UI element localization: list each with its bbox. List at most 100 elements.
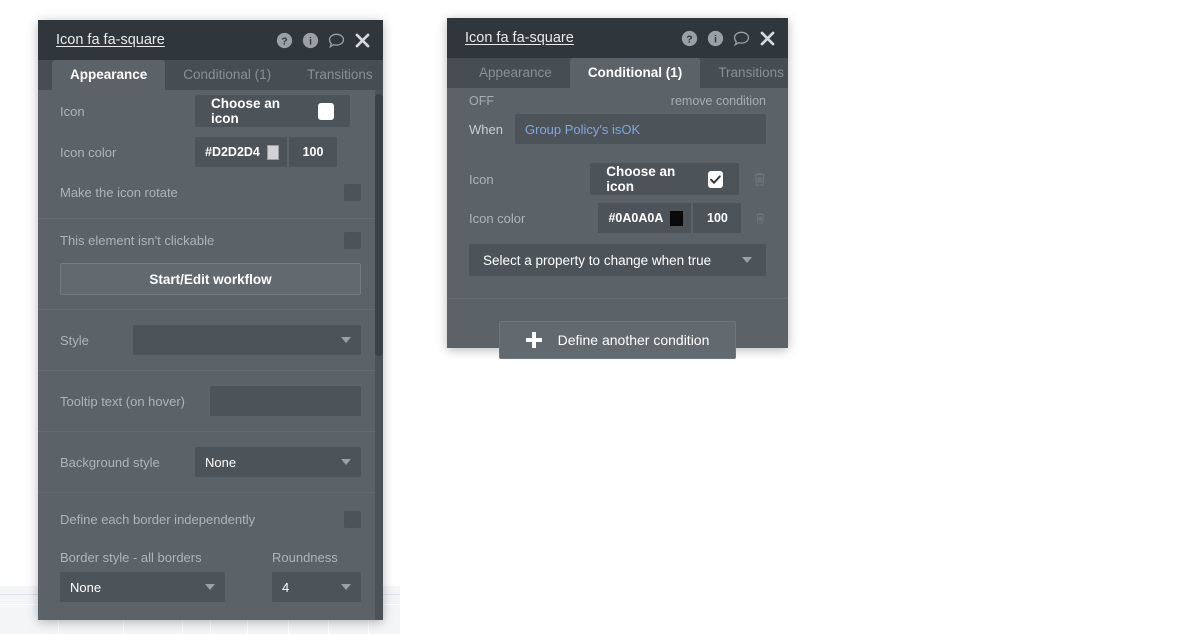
row-background-style: Background style None — [38, 432, 383, 492]
rotate-checkbox[interactable] — [344, 183, 361, 201]
conditional-property-panel: Icon fa fa-square ? i Appearance Conditi… — [447, 18, 788, 359]
row-style: Style — [38, 310, 383, 370]
label-border-style: Border style - all borders — [60, 549, 202, 565]
panel-header-right: Icon fa fa-square ? i — [447, 18, 788, 58]
info-icon[interactable]: i — [302, 32, 319, 49]
icon-color-hex-value: #D2D2D4 — [205, 145, 260, 159]
delete-icon[interactable] — [753, 171, 766, 187]
tab-conditional[interactable]: Conditional (1) — [165, 60, 289, 90]
delete-icon[interactable] — [755, 210, 766, 226]
style-dropdown[interactable] — [133, 325, 361, 355]
row-define-borders: Define each border independently — [38, 493, 383, 545]
choose-an-icon-button[interactable]: Choose an icon — [590, 163, 739, 195]
icon-color-hex-value: #0A0A0A — [608, 211, 664, 225]
label-rotate: Make the icon rotate — [60, 184, 178, 200]
info-icon[interactable]: i — [707, 30, 724, 47]
close-icon[interactable] — [759, 30, 776, 47]
conditional-body: OFF remove condition When Group Policy's… — [447, 88, 788, 359]
chevron-down-icon — [341, 337, 351, 343]
close-icon[interactable] — [354, 32, 371, 49]
icon-color-opacity-input[interactable]: 100 — [289, 137, 337, 167]
comment-icon[interactable] — [733, 30, 750, 47]
icon-color-hex-input[interactable]: #0A0A0A — [598, 203, 692, 233]
not-clickable-checkbox[interactable] — [344, 231, 361, 249]
tab-conditional[interactable]: Conditional (1) — [569, 58, 701, 88]
tabbar-right: Appearance Conditional (1) Transitions — [447, 58, 788, 88]
appearance-property-panel: Icon fa fa-square ? i Appearance Conditi… — [38, 20, 383, 620]
tab-transitions[interactable]: Transitions — [289, 60, 383, 90]
icon-color-controls: #D2D2D4 100 — [195, 137, 337, 167]
label-define-borders: Define each border independently — [60, 511, 256, 527]
border-style-value: None — [70, 579, 102, 595]
define-condition-area: Define another condition — [447, 299, 788, 359]
panel-title[interactable]: Icon fa fa-square — [56, 32, 276, 48]
label-background-style: Background style — [60, 454, 160, 470]
appearance-body: Icon Choose an icon Icon color #D2D2D4 1… — [38, 90, 383, 620]
row-tooltip: Tooltip text (on hover) — [38, 371, 383, 431]
roundness-dropdown[interactable]: 4 — [272, 572, 361, 602]
define-another-condition-label: Define another condition — [557, 332, 710, 348]
help-icon[interactable]: ? — [681, 30, 698, 47]
choose-icon-label: Choose an icon — [211, 96, 281, 126]
icon-color-hex-input[interactable]: #D2D2D4 — [195, 137, 287, 167]
tab-transitions[interactable]: Transitions — [700, 58, 802, 88]
svg-text:?: ? — [281, 36, 287, 47]
when-row: When Group Policy's isOK — [447, 112, 788, 144]
choose-an-icon-button[interactable]: Choose an icon — [195, 95, 350, 127]
row-rotate: Make the icon rotate — [38, 172, 383, 212]
label-icon: Icon — [469, 171, 494, 187]
tabbar-left: Appearance Conditional (1) Transitions — [38, 60, 383, 90]
condition-state-label: OFF — [469, 94, 494, 108]
checkmark-icon — [709, 174, 721, 184]
chevron-down-icon — [341, 459, 351, 465]
icon-color-swatch[interactable] — [670, 210, 684, 226]
condition-topline: OFF remove condition — [447, 88, 788, 112]
row-icon-color: Icon color #D2D2D4 100 — [38, 132, 383, 172]
header-icon-group: ? i — [276, 32, 371, 49]
start-edit-workflow-button[interactable]: Start/Edit workflow — [60, 263, 361, 295]
choose-icon-label: Choose an icon — [606, 164, 676, 194]
label-when: When — [469, 121, 503, 137]
background-style-value: None — [205, 454, 237, 470]
svg-text:?: ? — [686, 34, 692, 45]
chevron-down-icon — [742, 257, 752, 263]
property-select-label: Select a property to change when true — [483, 252, 712, 268]
plus-icon — [525, 332, 542, 348]
row-icon: Icon Choose an icon — [38, 90, 383, 132]
icon-color-opacity-input[interactable]: 100 — [693, 203, 742, 233]
chevron-down-icon — [341, 584, 351, 590]
when-expression-text: Group Policy's isOK — [525, 121, 641, 137]
row-clickable: This element isn't clickable — [38, 219, 383, 261]
row-condition-icon: Icon Choose an icon — [447, 158, 788, 200]
panel-scrollbar-thumb[interactable] — [375, 94, 383, 356]
check-square-icon — [707, 170, 723, 188]
help-icon[interactable]: ? — [276, 32, 293, 49]
define-another-condition-button[interactable]: Define another condition — [498, 321, 737, 359]
icon-color-swatch[interactable] — [266, 144, 279, 160]
tab-appearance[interactable]: Appearance — [52, 60, 166, 90]
property-select-dropdown[interactable]: Select a property to change when true — [469, 244, 766, 276]
icon-color-controls: #0A0A0A 100 — [598, 203, 742, 233]
define-borders-checkbox[interactable] — [344, 510, 361, 528]
panel-title[interactable]: Icon fa fa-square — [465, 30, 681, 46]
border-style-dropdown[interactable]: None — [60, 572, 225, 602]
svg-text:i: i — [714, 34, 717, 45]
roundness-value: 4 — [282, 579, 290, 595]
label-tooltip: Tooltip text (on hover) — [60, 393, 186, 409]
remove-condition-link[interactable]: remove condition — [671, 94, 766, 108]
row-border-labels: Border style - all borders Roundness — [38, 545, 383, 569]
label-style: Style — [60, 332, 89, 348]
background-style-dropdown[interactable]: None — [195, 447, 361, 477]
when-expression-field[interactable]: Group Policy's isOK — [515, 114, 766, 144]
tooltip-input[interactable] — [210, 386, 361, 416]
label-icon: Icon — [60, 103, 85, 119]
svg-text:i: i — [309, 36, 312, 47]
label-roundness: Roundness — [272, 549, 338, 565]
tab-appearance[interactable]: Appearance — [461, 58, 570, 88]
label-icon-color: Icon color — [469, 210, 526, 226]
comment-icon[interactable] — [328, 32, 345, 49]
row-condition-icon-color: Icon color #0A0A0A 100 — [447, 200, 788, 236]
label-icon-color: Icon color — [60, 144, 117, 160]
header-icon-group: ? i — [681, 30, 776, 47]
screenshot-root: Icon fa fa-square ? i Appearance Conditi… — [0, 0, 1200, 634]
